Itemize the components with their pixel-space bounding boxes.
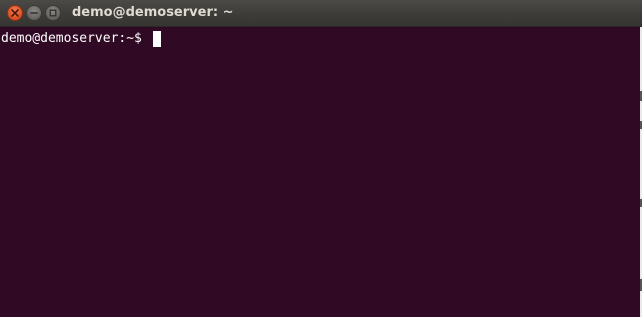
- title-bar[interactable]: demo@demoserver: ~: [0, 0, 642, 27]
- close-button[interactable]: [7, 5, 23, 21]
- window-title: demo@demoserver: ~: [72, 5, 234, 20]
- text-cursor: [152, 30, 161, 47]
- terminal-window: demo@demoserver: ~ demo@demoserver:~$: [0, 0, 642, 317]
- minimize-button[interactable]: [26, 5, 42, 21]
- window-controls: [7, 5, 61, 21]
- minimize-icon: [30, 12, 38, 14]
- prompt-line: demo@demoserver:~$: [1, 30, 161, 47]
- close-icon: [11, 9, 19, 17]
- terminal-area[interactable]: demo@demoserver:~$: [0, 27, 642, 317]
- maximize-button[interactable]: [45, 5, 61, 21]
- shell-prompt: demo@demoserver:~$: [1, 31, 142, 46]
- maximize-icon: [49, 9, 57, 17]
